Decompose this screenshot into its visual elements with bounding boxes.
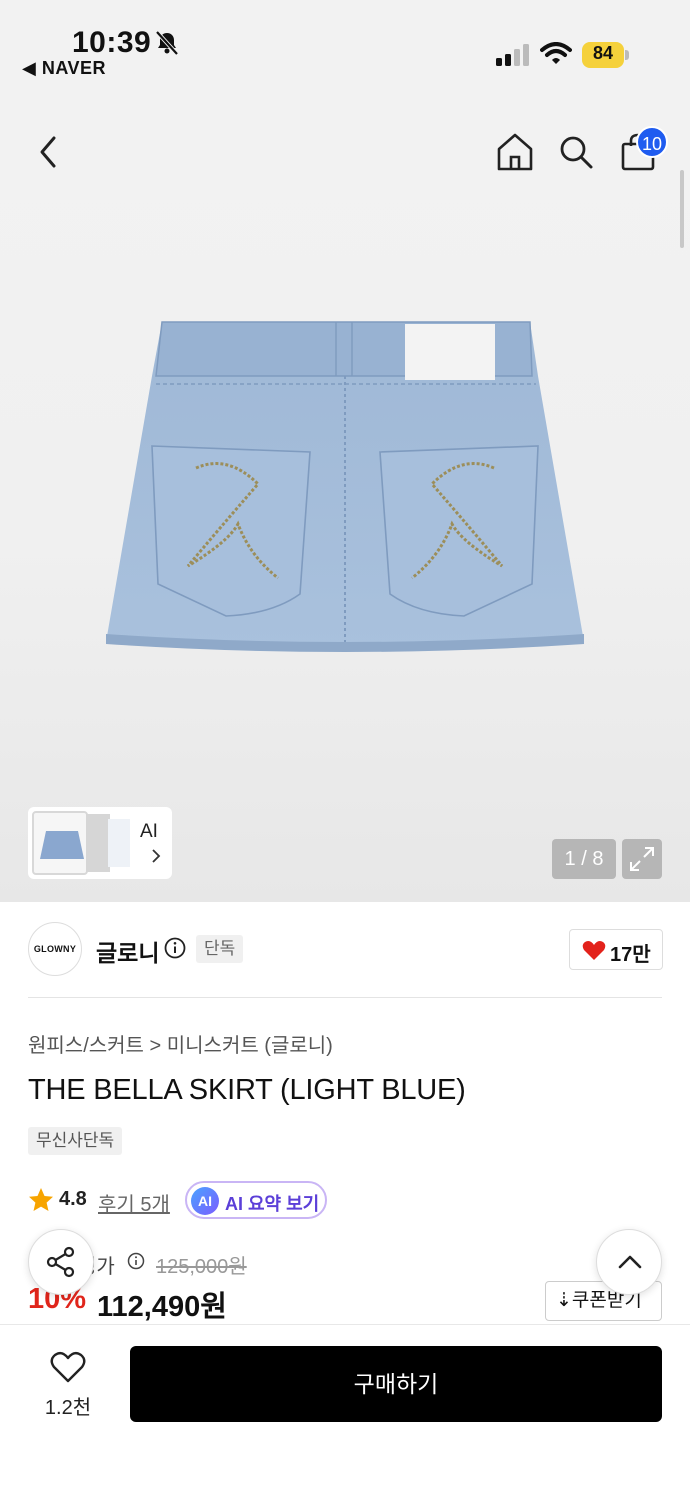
wishlist-count: 1.2천 [44, 1397, 92, 1419]
buy-button[interactable]: 구매하기 [130, 1346, 662, 1422]
thumbnail-strip[interactable]: AI [28, 807, 172, 879]
heart-filled-icon [582, 941, 606, 960]
chevron-right-icon[interactable] [150, 847, 162, 865]
wifi-icon [540, 42, 572, 64]
store-exclusive-tag: 무신사단독 [28, 1127, 123, 1155]
sale-price: 112,490원 [97, 1291, 227, 1323]
breadcrumb[interactable]: 원피스/스커트 > 미니스커트 (글로니) [28, 1029, 333, 1058]
thumbnail-skirt-icon [40, 831, 84, 859]
info-icon[interactable] [164, 937, 186, 959]
star-icon [29, 1188, 53, 1211]
expand-icon [630, 847, 654, 871]
status-bar: 10:39 ◀ NAVER 84 [0, 0, 690, 90]
brand-like-count: 17만 [610, 944, 651, 966]
search-icon[interactable] [558, 134, 594, 170]
ai-thumbnail-label[interactable]: AI [140, 821, 158, 843]
share-icon [46, 1246, 75, 1278]
brand-like-button[interactable]: 17만 [569, 929, 663, 970]
original-price: 125,000원 [156, 1256, 247, 1278]
battery-level: 84 [592, 43, 614, 63]
back-arrow-icon[interactable] [34, 134, 62, 170]
battery-icon: 84 [582, 42, 629, 68]
product-image[interactable] [100, 316, 590, 664]
scroll-indicator [680, 170, 684, 248]
thumbnail-1[interactable] [32, 811, 88, 875]
thumbnail-3[interactable] [108, 819, 130, 867]
ai-badge: AI [191, 1187, 219, 1215]
brand-logo[interactable]: GLOWNY [28, 922, 82, 976]
expand-button[interactable] [622, 839, 662, 879]
scroll-top-button[interactable] [596, 1229, 662, 1295]
cart-count-badge: 10 [636, 126, 668, 158]
ai-summary-button[interactable]: AI AI 요약 보기 [185, 1181, 327, 1219]
product-gallery[interactable]: 10 AI 1 / 8 [0, 90, 690, 902]
image-pager: 1 / 8 [552, 839, 616, 879]
rating-value: 4.8 [59, 1188, 87, 1210]
exclusive-tag: 단독 [196, 935, 244, 963]
back-to-app-link[interactable]: ◀ NAVER [22, 58, 106, 79]
reviews-link[interactable]: 후기 5개 [98, 1188, 170, 1217]
bell-muted-icon [155, 30, 179, 56]
home-icon[interactable] [496, 132, 534, 172]
brand-name[interactable]: 글로니 [96, 934, 159, 968]
signal-icon [496, 44, 529, 66]
heart-outline-icon[interactable] [50, 1351, 86, 1383]
clock: 10:39 [72, 26, 152, 59]
product-title: THE BELLA SKIRT (LIGHT BLUE) [28, 1074, 466, 1106]
ai-summary-label: AI 요약 보기 [225, 1194, 320, 1214]
thumbnail-2[interactable] [86, 814, 110, 872]
bottom-action-bar: 1.2천 구매하기 [0, 1324, 690, 1500]
chevron-up-icon [618, 1255, 642, 1269]
price-info-icon[interactable] [127, 1252, 145, 1270]
divider [28, 997, 662, 998]
share-button[interactable] [28, 1229, 94, 1295]
